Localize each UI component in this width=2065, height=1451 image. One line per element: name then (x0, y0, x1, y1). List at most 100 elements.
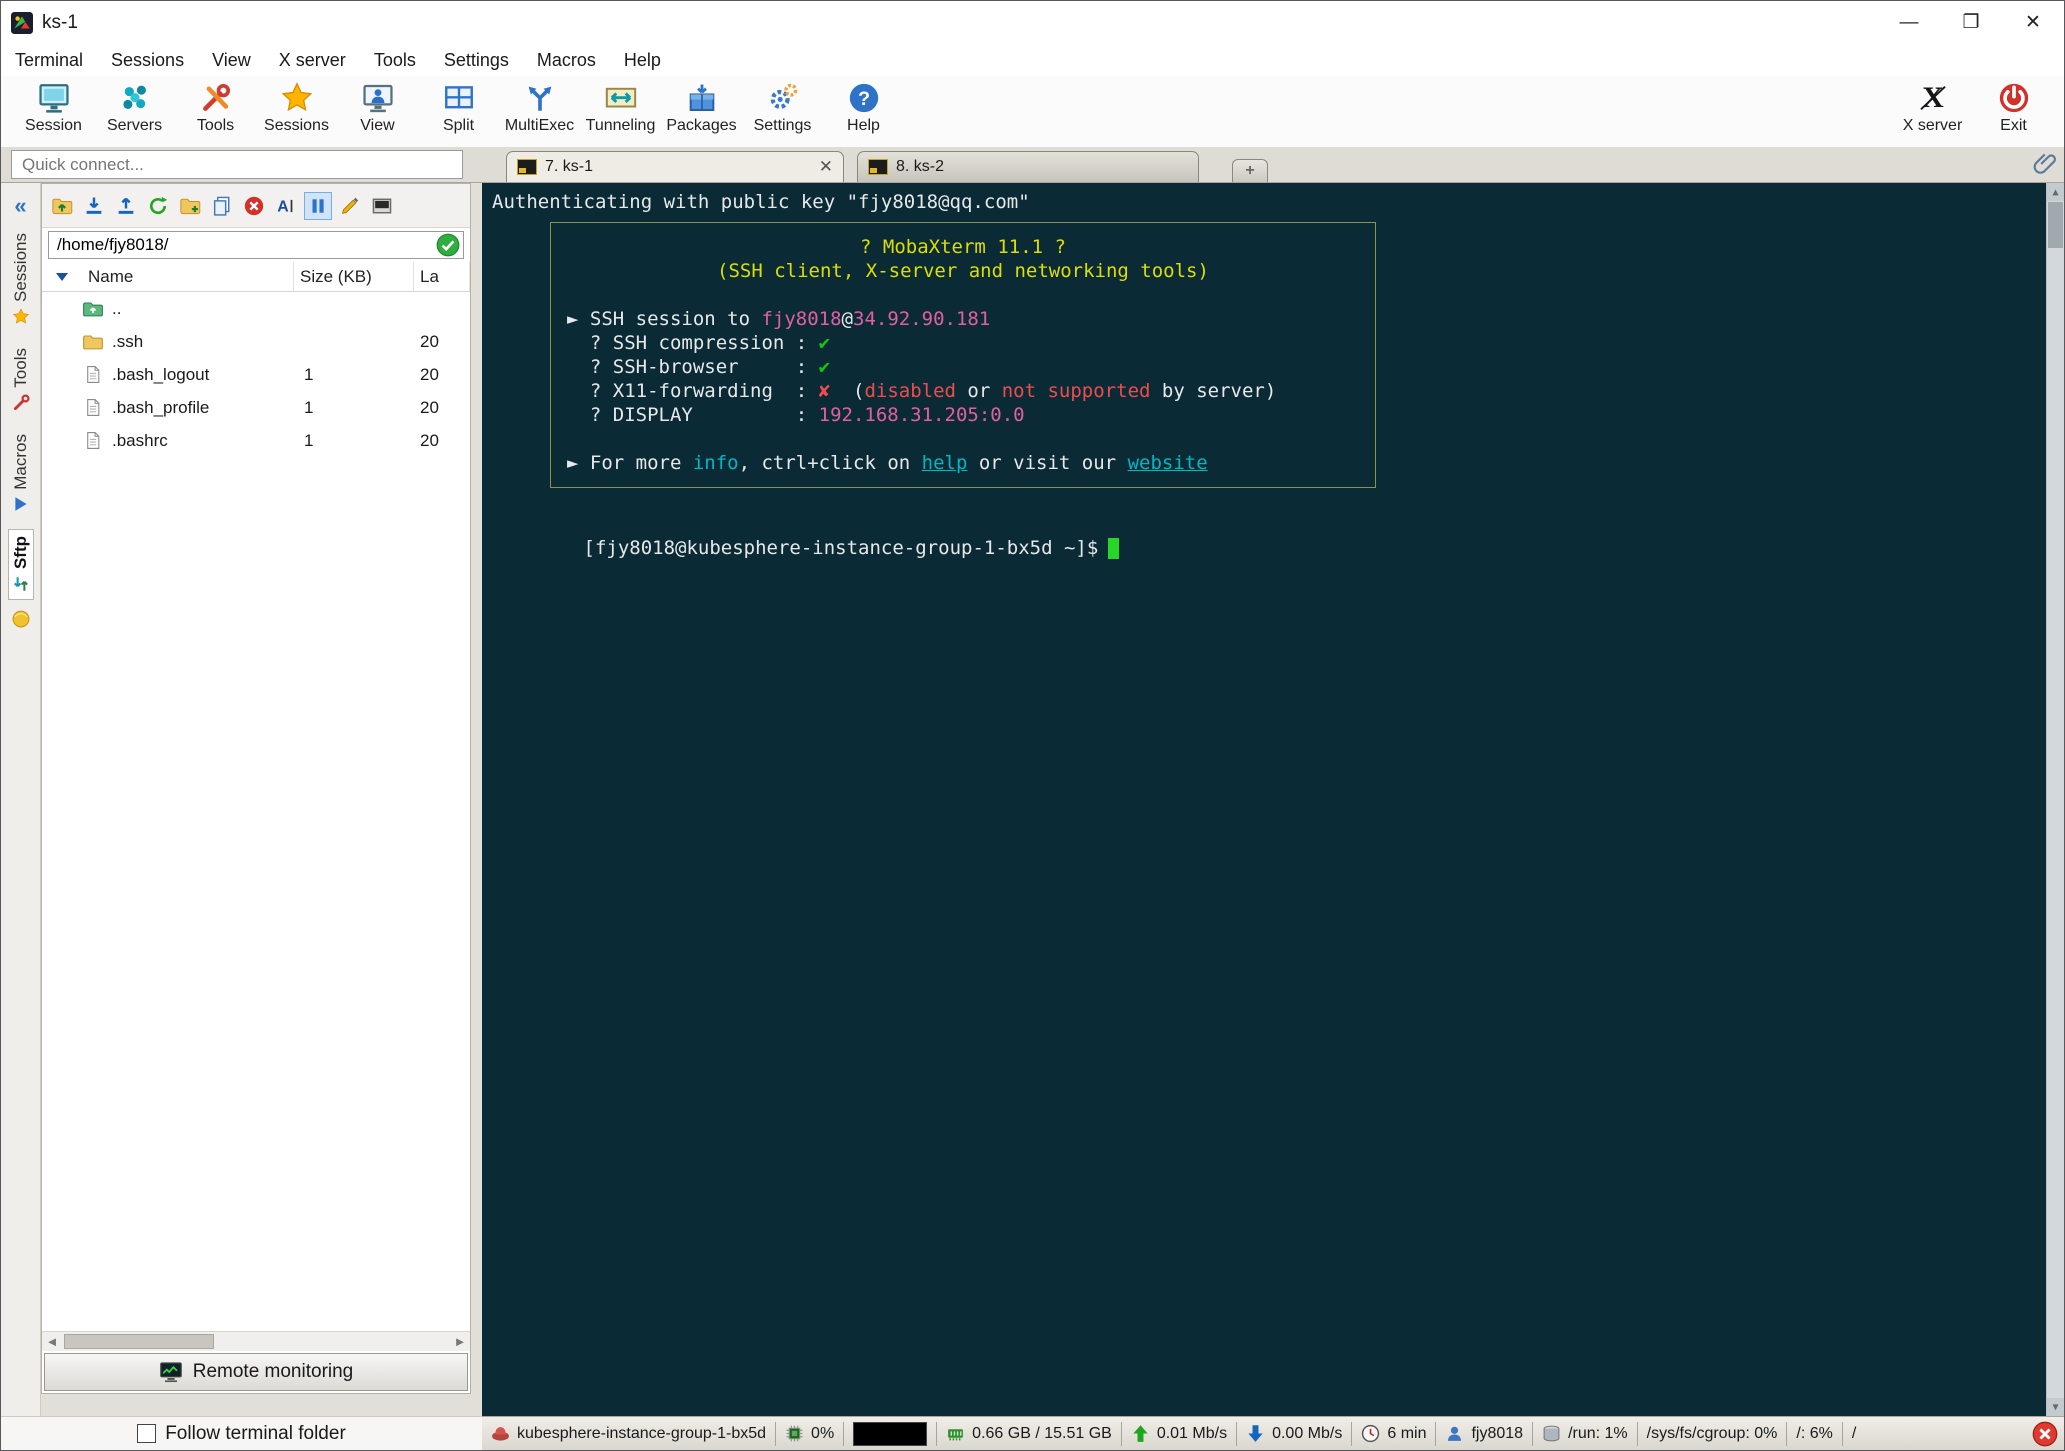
terminal-link[interactable]: help (922, 452, 968, 474)
refresh-icon[interactable] (144, 192, 172, 220)
terminal-scrollbar[interactable]: ▲ ▼ (2046, 183, 2064, 1416)
terminal-auth-line: Authenticating with public key "fjy8018@… (492, 191, 1030, 213)
menu-sessions[interactable]: Sessions (97, 50, 198, 71)
sftp-panel: A Name Size (KB) La .. .ssh (41, 183, 471, 1394)
exit-power-icon (1997, 81, 2031, 115)
sidebar-tab-sessions[interactable]: Sessions (9, 227, 33, 332)
status-uptime: 6 min (1352, 1417, 1435, 1450)
terminal-line: ? DISPLAY : 192.168.31.205:0.0 (567, 403, 1359, 427)
status-disk-root: /: 6% (1796, 1424, 1833, 1442)
new-folder-icon[interactable] (176, 192, 204, 220)
tab-ks-1[interactable]: 7. ks-1 ✕ (506, 151, 844, 182)
menu-help[interactable]: Help (610, 50, 675, 71)
path-ok-icon[interactable] (436, 233, 460, 257)
xserver-button[interactable]: X X server (1892, 81, 1973, 135)
upload-icon[interactable] (112, 192, 140, 220)
tab-ks-2[interactable]: 8. ks-2 (857, 151, 1199, 182)
scrollbar-thumb[interactable] (64, 1334, 214, 1349)
download-icon[interactable] (80, 192, 108, 220)
terminal-line: ? X11-forwarding : ✘ (disabled or not su… (567, 379, 1359, 403)
exit-button[interactable]: Exit (1973, 81, 2054, 135)
shell-prompt: [fjy8018@kubesphere-instance-group-1-bx5… (583, 537, 1099, 559)
minimize-button[interactable]: — (1878, 1, 1940, 44)
multiexec-button[interactable]: MultiExec (499, 81, 580, 135)
column-header-size[interactable]: Size (KB) (294, 262, 414, 291)
close-button[interactable]: ✕ (2002, 1, 2064, 44)
go-up-folder-icon[interactable] (48, 192, 76, 220)
tab-label: 8. ks-2 (896, 158, 945, 175)
help-button[interactable]: ? Help (823, 81, 904, 135)
file-icon (87, 399, 100, 416)
column-header-name[interactable]: Name (42, 262, 294, 291)
file-icon (87, 366, 100, 383)
menu-settings[interactable]: Settings (430, 50, 523, 71)
scroll-left-icon[interactable]: ◄ (42, 1332, 62, 1351)
follow-terminal-folder-checkbox[interactable] (137, 1424, 157, 1443)
settings-button[interactable]: Settings (742, 81, 823, 135)
scrollbar-thumb[interactable] (2048, 202, 2063, 248)
file-row-bashrc[interactable]: .bashrc 1 20 (42, 424, 470, 457)
pause-sync-icon[interactable] (304, 191, 332, 220)
sidebar-tab-tools[interactable]: Tools (9, 342, 33, 418)
session-button[interactable]: Session (13, 81, 94, 135)
terminal-link[interactable]: website (1128, 452, 1208, 474)
rename-icon[interactable]: A (272, 192, 300, 220)
delete-icon[interactable] (240, 192, 268, 220)
terminal-text: (SSH client, X-server and networking too… (717, 260, 1209, 282)
file-row-bash-profile[interactable]: .bash_profile 1 20 (42, 391, 470, 424)
paperclip-icon[interactable] (2032, 151, 2058, 177)
horizontal-scrollbar[interactable]: ◄ ► (42, 1331, 470, 1351)
packages-button[interactable]: Packages (661, 81, 742, 135)
terminal-tab-icon (517, 159, 537, 175)
quick-connect-input[interactable] (11, 150, 463, 179)
terminal[interactable]: Authenticating with public key "fjy8018@… (482, 183, 2064, 1416)
file-row-ssh[interactable]: .ssh 20 (42, 325, 470, 358)
terminal-text: ► For more (567, 452, 693, 474)
menu-terminal[interactable]: Terminal (1, 50, 97, 71)
menu-macros[interactable]: Macros (523, 50, 610, 71)
servers-dots-icon (118, 81, 152, 115)
split-button[interactable]: Split (418, 81, 499, 135)
terminal-text: ? DISPLAY : (567, 404, 819, 426)
open-terminal-icon[interactable] (368, 192, 396, 220)
servers-button[interactable]: Servers (94, 81, 175, 135)
scroll-right-icon[interactable]: ► (450, 1332, 470, 1351)
menu-tools[interactable]: Tools (360, 50, 430, 71)
terminal-text: ? SSH compression : (567, 332, 819, 354)
ball-icon[interactable] (12, 610, 30, 628)
file-row-parent[interactable]: .. (42, 292, 470, 325)
tunneling-button[interactable]: Tunneling (580, 81, 661, 135)
main-toolbar: Session Servers Tools Sessions View Spli… (1, 76, 2064, 147)
sessions-button[interactable]: Sessions (256, 81, 337, 135)
sidebar-tab-macros[interactable]: Macros (9, 428, 33, 520)
terminal-line: ► SSH session to fjy8018@34.92.90.181 (567, 307, 1359, 331)
menu-xserver[interactable]: X server (265, 50, 360, 71)
new-tab-button[interactable]: + (1232, 159, 1268, 182)
remote-path-input[interactable] (48, 231, 464, 259)
monitoring-icon (159, 1362, 182, 1383)
copy-file-icon[interactable] (208, 192, 236, 220)
edit-icon[interactable] (336, 192, 364, 220)
terminal-text: 34.92.90.181 (853, 308, 991, 330)
tools-wrench-icon (199, 81, 233, 115)
folder-icon (83, 335, 103, 350)
star-icon (280, 81, 314, 115)
upload-arrow-icon (1131, 1424, 1150, 1443)
sidebar-tab-sftp[interactable]: Sftp (7, 529, 34, 601)
scroll-up-icon[interactable]: ▲ (2047, 183, 2064, 201)
menu-view[interactable]: View (198, 50, 265, 71)
side-strip: « Sessions Tools Macros Sftp (1, 183, 41, 1416)
scroll-down-icon[interactable]: ▼ (2047, 1398, 2064, 1416)
file-table-header: Name Size (KB) La (42, 262, 470, 292)
column-header-modified[interactable]: La (414, 262, 470, 291)
tab-close-icon[interactable]: ✕ (819, 157, 833, 177)
view-button[interactable]: View (337, 81, 418, 135)
terminal-text: or visit our (967, 452, 1128, 474)
tools-button[interactable]: Tools (175, 81, 256, 135)
maximize-button[interactable]: ❐ (1940, 1, 2002, 44)
collapse-sidebar-button[interactable]: « (14, 195, 26, 217)
file-row-bash-logout[interactable]: .bash_logout 1 20 (42, 358, 470, 391)
remote-monitoring-button[interactable]: Remote monitoring (44, 1353, 468, 1391)
app-logo-icon (11, 11, 33, 34)
statusbar-close-icon[interactable] (2032, 1421, 2058, 1447)
